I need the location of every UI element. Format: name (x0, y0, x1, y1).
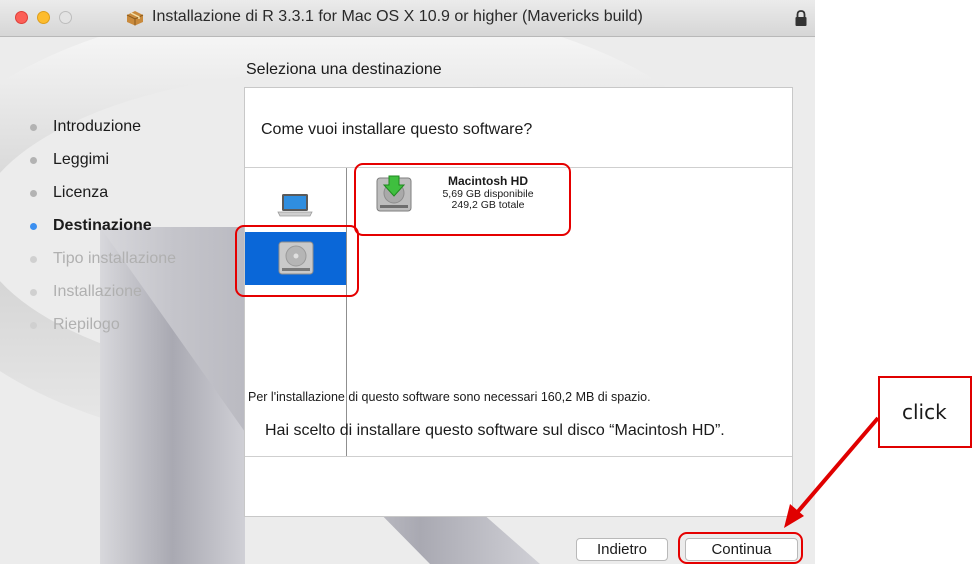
zoom-window-button[interactable] (59, 11, 72, 24)
step-licenza: Licenza (30, 183, 176, 216)
chosen-destination-note: Hai scelto di installare questo software… (265, 422, 725, 439)
step-label: Destinazione (53, 217, 152, 234)
step-label: Riepilogo (53, 316, 120, 333)
step-dot (30, 190, 37, 197)
content-panel: Come vuoi installare questo software? Ma… (244, 87, 793, 517)
callout-text: click (902, 400, 947, 424)
highlight-disk-option (235, 225, 359, 297)
step-dot (30, 124, 37, 131)
installer-steps: Introduzione Leggimi Licenza Destinazion… (30, 117, 176, 348)
step-destinazione: Destinazione (30, 216, 176, 249)
highlight-continue-button (678, 532, 803, 564)
laptop-icon[interactable] (275, 190, 315, 220)
install-question: Come vuoi installare questo software? (261, 121, 533, 138)
step-dot (30, 322, 37, 329)
step-label: Installazione (53, 283, 142, 300)
step-label: Leggimi (53, 151, 110, 168)
step-label: Licenza (53, 184, 109, 201)
window-title: Installazione di R 3.3.1 for Mac OS X 10… (152, 8, 643, 25)
close-window-button[interactable] (15, 11, 28, 24)
highlight-macintosh-hd (354, 163, 571, 236)
step-dot (30, 223, 37, 230)
title-bar: Installazione di R 3.3.1 for Mac OS X 10… (0, 0, 815, 37)
step-label: Tipo installazione (53, 250, 177, 267)
package-icon (126, 11, 144, 26)
click-callout: click (878, 376, 972, 448)
back-button[interactable]: Indietro (576, 538, 668, 561)
step-dot (30, 289, 37, 296)
minimize-window-button[interactable] (37, 11, 50, 24)
step-introduzione: Introduzione (30, 117, 176, 150)
installer-window: Installazione di R 3.3.1 for Mac OS X 10… (0, 0, 815, 564)
step-label: Introduzione (53, 118, 142, 135)
step-dot (30, 256, 37, 263)
step-riepilogo: Riepilogo (30, 315, 176, 348)
section-title: Seleziona una destinazione (246, 61, 442, 78)
step-leggimi: Leggimi (30, 150, 176, 183)
lock-icon (795, 10, 807, 26)
step-dot (30, 157, 37, 164)
step-installazione: Installazione (30, 282, 176, 315)
install-type-list (245, 168, 347, 456)
space-required-note: Per l'installazione di questo software s… (248, 390, 651, 404)
step-tipo-installazione: Tipo installazione (30, 249, 176, 282)
